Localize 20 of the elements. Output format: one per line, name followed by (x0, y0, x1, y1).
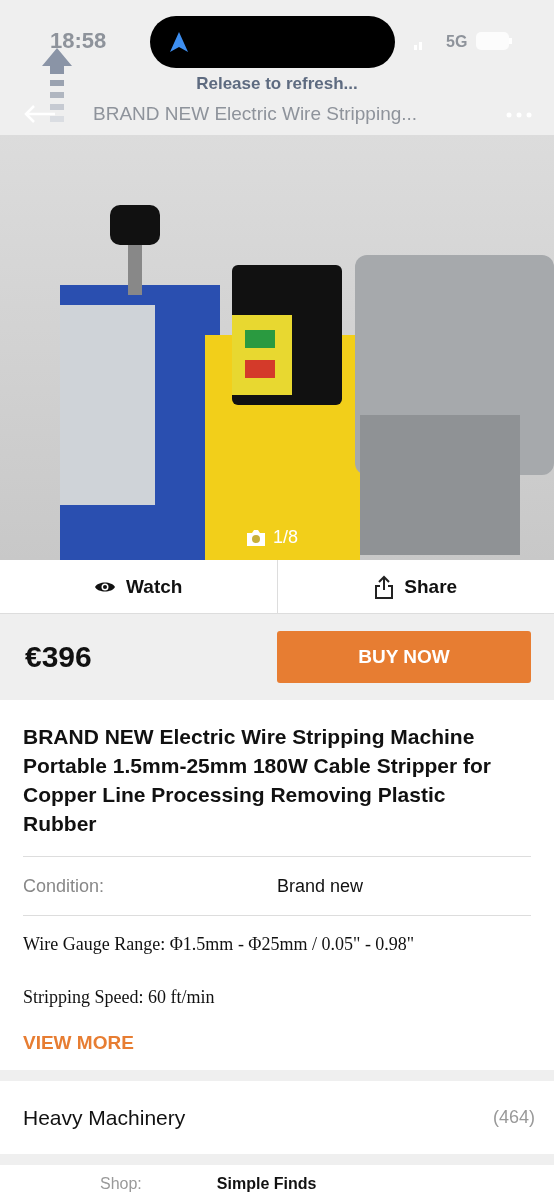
product-title: BRAND NEW Electric Wire Stripping Machine Portable 1.5mm-25mm 180W Cable Stripper for Copper Line Processing Removing Plastic Rubber (23, 700, 531, 857)
spec-line: Stripping Speed: 60 ft/min (23, 987, 216, 1008)
status-time: 18:58 (50, 28, 107, 54)
network-label: 5G (446, 33, 468, 51)
counter-text: 1/8 (273, 527, 299, 548)
condition-label: Condition: (23, 875, 106, 897)
shop-label: Shop: (100, 1175, 142, 1193)
category-name: Heavy Machinery (23, 1105, 186, 1130)
share-icon (374, 574, 395, 599)
category-count: (464) (492, 1107, 535, 1128)
refresh-message: Release to refresh... (195, 74, 359, 94)
header-title: BRAND NEW Electric Wire Stripping... (93, 103, 418, 125)
back-arrow-icon[interactable] (24, 104, 56, 124)
shop-name: Simple Finds (216, 1175, 317, 1193)
condition-value: Brand new (277, 875, 364, 897)
camera-icon (245, 528, 267, 547)
location-arrow-icon (170, 32, 188, 52)
spec-line: Wire Gauge Range: Φ1.5mm - Φ25mm / 0.05" - 0.98" (23, 934, 416, 955)
pull-arrow-icon (42, 48, 72, 122)
price: €396 (25, 640, 92, 674)
